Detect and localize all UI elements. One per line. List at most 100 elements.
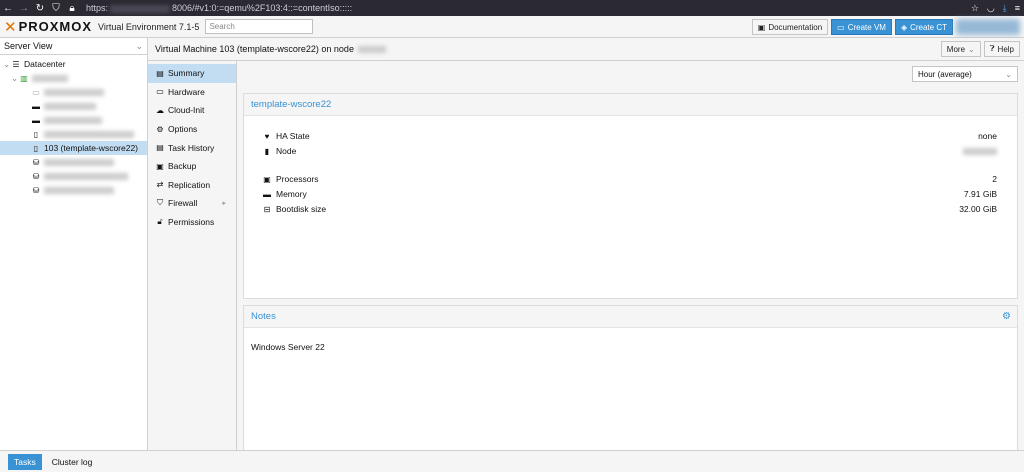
nav-label: Summary — [168, 68, 205, 79]
node-name-redacted — [357, 45, 386, 53]
url-bar[interactable]: https: 8006/#v1:0:=qemu%2F103:4::=content… — [86, 3, 352, 13]
menu-icon[interactable]: ≡ — [1015, 3, 1020, 13]
notes-title: Notes — [251, 311, 276, 322]
cpu-icon: ▣ — [263, 174, 271, 184]
bootdisk-value: 32.00 GiB — [959, 204, 997, 214]
notes-panel: Notes ⚙ Windows Server 22 — [243, 305, 1018, 450]
node-name-redacted — [32, 74, 68, 82]
tree-item-vm[interactable]: ▬ — [0, 99, 147, 113]
documentation-button[interactable]: ▣ Documentation — [751, 19, 829, 35]
star-icon[interactable]: ☆ — [971, 3, 979, 14]
monitor-running-icon: ▬ — [32, 115, 40, 125]
tree-item-vm[interactable]: ▬ — [0, 113, 147, 127]
storage-name-redacted — [44, 186, 114, 194]
ha-state-value: none — [978, 131, 997, 141]
storage-name-redacted — [44, 158, 114, 166]
retweet-icon: ⇄ — [156, 180, 164, 190]
nav-label: Permissions — [168, 217, 215, 228]
notes-text: Windows Server 22 — [251, 342, 325, 352]
more-button[interactable]: More ⌄ — [940, 41, 981, 57]
shield-icon: ⛉ — [157, 198, 163, 208]
nav-label: Cloud-Init — [168, 105, 205, 116]
logo-text: PROXMOX — [18, 19, 93, 34]
create-vm-button[interactable]: ▭ Create VM — [831, 19, 892, 35]
tab-cluster-log[interactable]: Cluster log — [46, 454, 99, 470]
nav-summary[interactable]: ▤ Summary — [148, 64, 236, 83]
more-label: More — [946, 44, 966, 54]
nav-task-history[interactable]: ▤ Task History — [148, 138, 236, 157]
summary-view: Hour (average) ⌄ template-wscore22 ♥ HA … — [237, 61, 1024, 450]
monitor-icon: ▭ — [32, 87, 40, 97]
heartbeat-icon: ♥ — [264, 131, 270, 141]
memory-row: ▬ Memory 7.91 GiB — [261, 189, 997, 199]
vm-name-redacted — [44, 130, 134, 138]
nav-replication[interactable]: ⇄ Replication — [148, 176, 236, 195]
url-suffix: 8006/#v1:0:=qemu%2F103:4::=contentIso:::… — [172, 3, 353, 13]
collapse-icon[interactable]: ⌄ — [11, 73, 19, 84]
monitor-running-icon: ▬ — [32, 101, 40, 111]
log-panel-tabs: Tasks Cluster log — [0, 450, 1024, 472]
nav-label: Replication — [168, 179, 211, 190]
forward-icon[interactable]: → — [16, 3, 32, 14]
search-input[interactable]: Search — [205, 19, 314, 34]
nav-options[interactable]: ⚙ Options — [148, 120, 236, 139]
gear-icon[interactable]: ⚙ — [1002, 311, 1011, 322]
tree-item-vm[interactable]: ▭ — [0, 85, 147, 99]
collapse-icon[interactable]: ⌄ — [3, 59, 11, 70]
proxmox-x-icon: ✕ — [4, 18, 18, 36]
shield-icon[interactable]: ⛉ — [48, 3, 64, 14]
server-view-select[interactable]: Server View ⌄ — [0, 38, 147, 55]
nav-hardware[interactable]: ▭ Hardware — [148, 83, 236, 102]
memory-value: 7.91 GiB — [963, 189, 997, 199]
unlock-icon: 🔓︎ — [157, 217, 163, 227]
timeframe-value: Hour (average) — [918, 69, 972, 79]
user-menu-button[interactable] — [956, 19, 1020, 35]
nav-label: Options — [168, 124, 198, 135]
nav-permissions[interactable]: 🔓︎ Permissions — [148, 213, 236, 232]
chevron-down-icon: ⌄ — [968, 44, 975, 54]
back-icon[interactable]: ← — [0, 3, 16, 14]
database-icon: ⛁ — [32, 185, 40, 195]
help-button[interactable]: ❓︎ Help — [983, 41, 1020, 57]
nav-label: Task History — [168, 142, 215, 153]
nav-backup[interactable]: ▣ Backup — [148, 157, 236, 176]
status-panel: template-wscore22 ♥ HA State none ▮ Node… — [243, 93, 1018, 299]
vm-name-redacted — [44, 116, 102, 124]
chevron-right-icon: ▸ — [222, 200, 226, 208]
create-ct-button[interactable]: ◈ Create CT — [894, 19, 953, 35]
pocket-icon[interactable]: ◡ — [987, 3, 995, 14]
tree-item-node[interactable]: ⌄ ▥ — [0, 71, 147, 85]
building-icon: ▮ — [264, 146, 270, 156]
timeframe-select[interactable]: Hour (average) ⌄ — [912, 66, 1018, 82]
memory-icon: ▬ — [263, 189, 271, 199]
redacted-host — [110, 4, 171, 13]
tree-item-selected-vm[interactable]: ▯ 103 (template-wscore22) — [0, 141, 147, 155]
bootdisk-row: ⊟ Bootdisk size 32.00 GiB — [261, 204, 997, 214]
url-prefix: https: — [86, 3, 109, 13]
download-icon[interactable]: ⤓ — [1003, 3, 1007, 14]
node-label: Node — [276, 146, 297, 156]
vm-nav-menu: ▤ Summary ▭ Hardware ☁ Cloud-Init ⚙ Options … — [148, 61, 237, 450]
lock-icon: 🔒︎ — [69, 2, 75, 14]
processors-row: ▣ Processors 2 — [261, 174, 997, 184]
tree-item-storage[interactable]: ⛁ — [0, 183, 147, 197]
cube-icon: ◈ — [900, 22, 908, 32]
nav-firewall[interactable]: ⛉ Firewall ▸ — [148, 194, 236, 213]
reload-icon[interactable]: ↻ — [32, 3, 48, 14]
nav-cloud-init[interactable]: ☁ Cloud-Init — [148, 101, 236, 120]
tree-item-template[interactable]: ▯ — [0, 127, 147, 141]
pve-header: ✕ PROXMOX Virtual Environment 7.1-5 Searc… — [0, 16, 1024, 38]
tree-item-datacenter[interactable]: ⌄ ☰ Datacenter — [0, 57, 147, 71]
nav-label: Backup — [168, 161, 197, 172]
tab-tasks[interactable]: Tasks — [8, 453, 42, 470]
node-row: ▮ Node — [261, 146, 997, 156]
version-label: Virtual Environment 7.1-5 — [98, 21, 200, 32]
content-header: Virtual Machine 103 (template-wscore22) … — [148, 38, 1024, 61]
vm-name-redacted — [44, 102, 96, 110]
cloud-icon: ☁ — [156, 105, 164, 115]
book-icon: ▤ — [156, 68, 164, 78]
ha-state-row: ♥ HA State none — [261, 131, 997, 141]
tree-item-storage[interactable]: ⛁ — [0, 169, 147, 183]
tree-item-storage[interactable]: ⛁ — [0, 155, 147, 169]
template-icon: ▯ — [33, 143, 39, 153]
